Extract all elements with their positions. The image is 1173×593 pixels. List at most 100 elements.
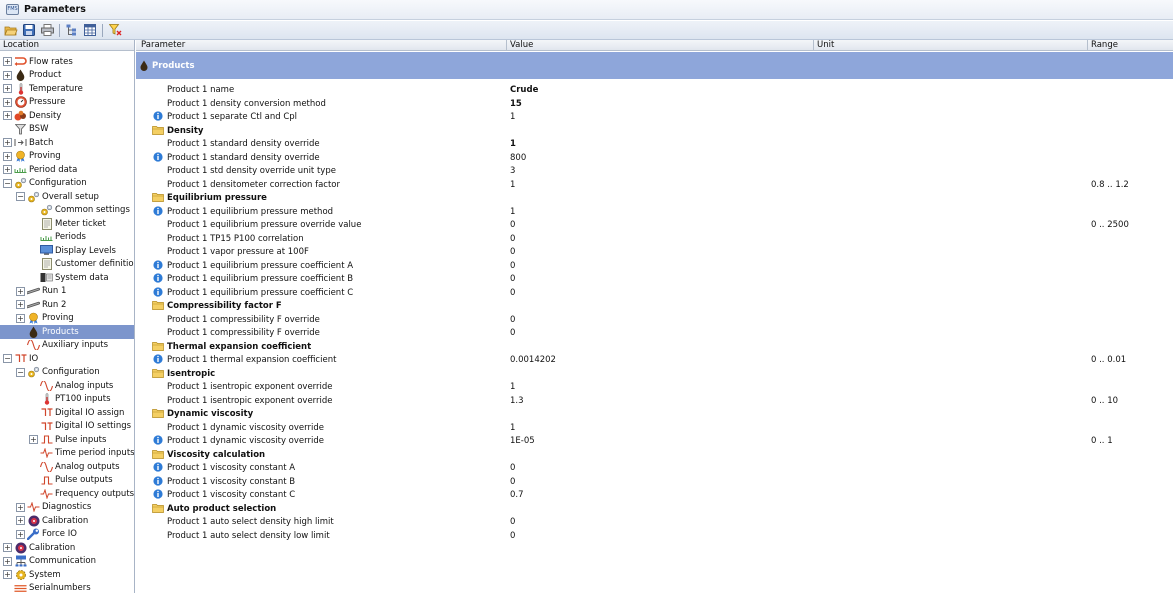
tree-item[interactable]: Time period inputs <box>0 447 134 461</box>
parameter-row[interactable]: Product 1 TP15 P100 correlation 0 <box>136 233 1173 247</box>
parameter-value[interactable]: 0 <box>510 476 515 490</box>
parameter-row[interactable]: Product 1 equilibrium pressure method 1 <box>136 205 1173 220</box>
tree-item[interactable]: Pulse outputs <box>0 474 134 488</box>
tree-item[interactable]: Meter ticket <box>0 217 134 231</box>
parameter-row[interactable]: Product 1 equilibrium pressure coefficie… <box>136 273 1173 287</box>
tree-item[interactable]: + Product <box>0 69 134 83</box>
parameter-row[interactable]: Product 1 viscosity constant C 0.7 <box>136 489 1173 503</box>
tree-item[interactable]: + System <box>0 568 134 582</box>
parameter-value[interactable]: 1 <box>510 138 516 152</box>
parameter-row[interactable]: Product 1 standard density override 1 <box>136 138 1173 152</box>
parameter-value[interactable]: 3 <box>510 165 515 179</box>
parameter-row[interactable]: Product 1 dynamic viscosity override 1E-0… <box>136 435 1173 449</box>
expand-icon[interactable]: + <box>3 111 12 121</box>
tree-item[interactable]: System data <box>0 271 134 285</box>
tree-item[interactable]: Display Levels <box>0 244 134 258</box>
tree-item[interactable]: Periods <box>0 231 134 245</box>
parameter-row[interactable]: Product 1 thermal expansion coefficient 0… <box>136 354 1173 368</box>
parameter-row[interactable]: Product 1 auto select density low limit 0 <box>136 530 1173 544</box>
collapse-icon[interactable]: − <box>16 192 25 202</box>
tree-item[interactable]: + Communication <box>0 555 134 569</box>
column-header-value[interactable]: Value <box>507 40 533 51</box>
tree-item[interactable]: + Density <box>0 109 134 123</box>
parameter-value[interactable]: 0 <box>510 273 515 287</box>
parameter-row[interactable]: Product 1 name Crude <box>136 84 1173 98</box>
parameter-row[interactable]: Product 1 separate Ctl and Cpl 1 <box>136 111 1173 125</box>
parameter-value[interactable]: 0 <box>510 516 515 530</box>
expand-icon[interactable]: + <box>16 286 25 296</box>
parameter-value[interactable]: 0 <box>510 462 515 476</box>
filter-icon[interactable] <box>107 23 123 38</box>
parameter-row[interactable]: Product 1 std density override unit type… <box>136 165 1173 179</box>
parameter-group-row[interactable]: Auto product selection <box>136 503 1173 517</box>
column-header-parameter[interactable]: Parameter <box>138 40 185 51</box>
expand-icon[interactable]: + <box>16 502 25 512</box>
tree-item[interactable]: Auxiliary inputs <box>0 339 134 353</box>
tree-item[interactable]: Analog outputs <box>0 460 134 474</box>
expand-icon[interactable]: + <box>16 516 25 526</box>
tree-item[interactable]: + Temperature <box>0 82 134 96</box>
parameter-value[interactable]: 1 <box>510 206 515 220</box>
tree-item[interactable]: + Pulse inputs <box>0 433 134 447</box>
parameter-value[interactable]: 0 <box>510 530 515 544</box>
tree-item[interactable]: + Flow rates <box>0 55 134 69</box>
tree-item[interactable]: + Run 1 <box>0 285 134 299</box>
collapse-icon[interactable]: − <box>3 354 12 364</box>
collapse-icon[interactable]: − <box>16 367 25 377</box>
parameter-row[interactable]: Product 1 compressibility F override 0 <box>136 327 1173 341</box>
expand-icon[interactable]: + <box>16 300 25 310</box>
parameter-value[interactable]: 1 <box>510 381 515 395</box>
parameter-value[interactable]: 0 <box>510 287 515 301</box>
column-header-range[interactable]: Range <box>1088 40 1118 51</box>
expand-icon[interactable]: + <box>16 529 25 539</box>
parameter-row[interactable]: Product 1 isentropic exponent override 1.… <box>136 395 1173 409</box>
expand-icon[interactable]: + <box>3 165 12 175</box>
parameter-value[interactable]: 1 <box>510 179 515 193</box>
tree-item[interactable]: + Pressure <box>0 96 134 110</box>
tree-item[interactable]: + Calibration <box>0 541 134 555</box>
parameter-group-row[interactable]: Thermal expansion coefficient <box>136 341 1173 355</box>
expand-icon[interactable]: + <box>3 97 12 107</box>
parameter-row[interactable]: Product 1 density conversion method 15 <box>136 98 1173 112</box>
parameter-value[interactable]: 0.7 <box>510 489 524 503</box>
parameter-row[interactable]: Product 1 isentropic exponent override 1 <box>136 381 1173 395</box>
expand-icon[interactable]: + <box>3 84 12 94</box>
print-icon[interactable] <box>39 23 55 38</box>
parameter-value[interactable]: 0 <box>510 233 515 247</box>
open-icon[interactable] <box>3 23 19 38</box>
expand-icon[interactable]: + <box>3 138 12 148</box>
parameter-value[interactable]: 1 <box>510 422 515 436</box>
tree-item[interactable]: + Proving <box>0 312 134 326</box>
tree-item[interactable]: Common settings <box>0 204 134 218</box>
column-header-unit[interactable]: Unit <box>814 40 834 51</box>
parameter-row[interactable]: Product 1 densitometer correction factor… <box>136 179 1173 193</box>
parameter-group-row[interactable]: Isentropic <box>136 368 1173 382</box>
tree-item[interactable]: + Force IO <box>0 528 134 542</box>
parameter-value[interactable]: 0 <box>510 327 515 341</box>
parameter-row[interactable]: Product 1 viscosity constant A 0 <box>136 462 1173 476</box>
tree-item[interactable]: BSW <box>0 123 134 137</box>
parameter-value[interactable]: 0 <box>510 260 515 274</box>
parameter-group-row[interactable]: Density <box>136 125 1173 139</box>
parameter-row[interactable]: Product 1 vapor pressure at 100F 0 <box>136 246 1173 260</box>
parameter-row[interactable]: Product 1 equilibrium pressure override … <box>136 219 1173 233</box>
tree-item[interactable]: + Run 2 <box>0 298 134 312</box>
tree-item[interactable]: + Diagnostics <box>0 501 134 515</box>
tree-item[interactable]: Analog inputs <box>0 379 134 393</box>
expand-icon[interactable]: + <box>16 313 25 323</box>
tree-item[interactable]: Customer definition <box>0 258 134 272</box>
collapse-icon[interactable]: − <box>3 178 12 188</box>
parameter-row[interactable]: Product 1 compressibility F override 0 <box>136 314 1173 328</box>
expand-icon[interactable]: + <box>3 70 12 80</box>
expand-icon[interactable]: + <box>3 556 12 566</box>
tree-item[interactable]: Products <box>0 325 134 339</box>
expand-icon[interactable]: + <box>29 435 38 445</box>
parameter-value[interactable]: 0 <box>510 314 515 328</box>
parameter-value[interactable]: 15 <box>510 98 522 112</box>
tree-item[interactable]: − IO <box>0 352 134 366</box>
tree-item[interactable]: − Overall setup <box>0 190 134 204</box>
parameter-row[interactable]: Product 1 viscosity constant B 0 <box>136 475 1173 490</box>
parameter-value[interactable]: 0 <box>510 219 515 233</box>
grid-icon[interactable] <box>82 23 98 38</box>
parameter-row[interactable]: Product 1 equilibrium pressure coefficie… <box>136 259 1173 274</box>
